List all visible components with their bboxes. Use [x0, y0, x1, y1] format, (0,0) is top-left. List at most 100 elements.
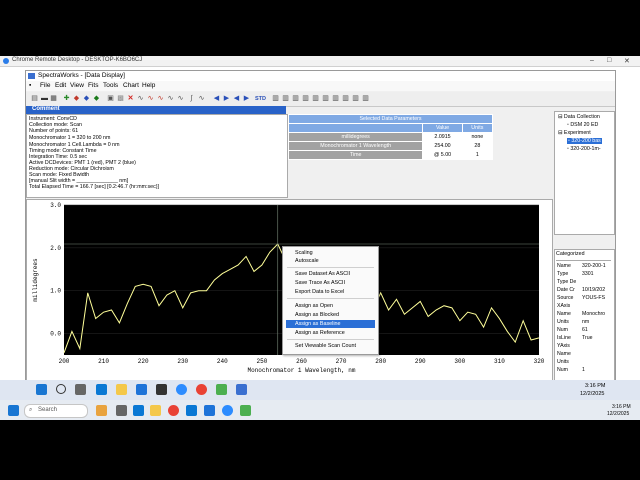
menu-item-export-excel[interactable]: Export Data to Excel	[286, 288, 375, 296]
chart-type-8-icon[interactable]: ▥	[341, 95, 350, 103]
tree-item-trace[interactable]: ▫ 320-200-1m-	[567, 146, 601, 152]
file-explorer-icon[interactable]	[150, 405, 161, 416]
edge-icon[interactable]	[186, 405, 197, 416]
menu-edit[interactable]: Edit	[55, 82, 66, 89]
teams-icon[interactable]	[204, 405, 215, 416]
screen-top-border	[0, 0, 640, 56]
pan-icon[interactable]: ▩	[116, 95, 125, 103]
chart-type-6-icon[interactable]: ▥	[321, 95, 330, 103]
integrate-icon[interactable]: ∫	[187, 95, 196, 103]
open-icon[interactable]: ▦	[49, 95, 58, 103]
menu-item-autoscale[interactable]: Autoscale	[286, 257, 375, 265]
task-view-icon[interactable]	[75, 384, 86, 395]
trace-green-icon[interactable]: ◆	[92, 95, 101, 103]
add-trace-icon[interactable]: ✚	[62, 95, 71, 103]
derivative-icon[interactable]: ∿	[156, 95, 165, 103]
zoom-app-icon[interactable]	[176, 384, 187, 395]
task-view-icon[interactable]	[116, 405, 127, 416]
menu-bar: ▪ File Edit View Fits Tools Chart Help	[26, 81, 615, 91]
print-icon[interactable]: ▤	[30, 95, 39, 103]
x-tick-label: 280	[375, 358, 386, 365]
outlook-icon[interactable]	[133, 405, 144, 416]
file-explorer-icon[interactable]	[116, 384, 127, 395]
std-button[interactable]: STD	[255, 95, 266, 103]
smooth-icon[interactable]: ∿	[136, 95, 145, 103]
menu-view[interactable]: View	[70, 82, 84, 89]
normalize-icon[interactable]: ∿	[197, 95, 206, 103]
next-icon[interactable]: ▶	[242, 95, 251, 103]
menu-help[interactable]: Help	[142, 82, 155, 89]
menu-chart[interactable]: Chart	[123, 82, 139, 89]
params-row-label: Monochromator 1 Wavelength	[287, 141, 424, 151]
menu-item-assign-open[interactable]: Assign as Open	[286, 302, 375, 310]
subtract-icon[interactable]: ∿	[176, 95, 185, 103]
y-tick-label: 2.0	[50, 245, 61, 252]
menu-file[interactable]: File	[40, 82, 50, 89]
maximize-icon[interactable]: □	[607, 57, 611, 64]
chart-type-10-icon[interactable]: ▥	[361, 95, 370, 103]
save-icon[interactable]: ▬	[40, 95, 49, 103]
excel-icon[interactable]	[240, 405, 251, 416]
menu-doc-icon[interactable]: ▪	[29, 82, 31, 89]
zoom-icon[interactable]: ▣	[106, 95, 115, 103]
chrome-icon[interactable]	[196, 384, 207, 395]
chart-type-5-icon[interactable]: ▥	[311, 95, 320, 103]
comment-header: Comment	[26, 106, 286, 114]
local-taskbar: ⌕ Search 3:16 PM 12/2/2025	[0, 400, 640, 420]
calculator-icon[interactable]	[156, 384, 167, 395]
windows-start-icon[interactable]	[8, 405, 19, 416]
menu-item-assign-reference[interactable]: Assign as Reference	[286, 329, 375, 337]
forward-icon[interactable]: ▶	[222, 95, 231, 103]
chart-type-3-icon[interactable]: ▥	[291, 95, 300, 103]
minimize-icon[interactable]: –	[590, 57, 594, 64]
prop-key: Units	[557, 319, 569, 325]
search-placeholder: Search	[38, 407, 58, 413]
trace-red-icon[interactable]: ◆	[72, 95, 81, 103]
previous-icon[interactable]: ◀	[232, 95, 241, 103]
teams-icon[interactable]	[136, 384, 147, 395]
excel-icon[interactable]	[216, 384, 227, 395]
outlook-icon[interactable]	[96, 384, 107, 395]
menu-item-set-scan-count[interactable]: Set Viewable Scan Count	[286, 342, 375, 350]
menu-item-save-dataset-ascii[interactable]: Save Dataset As ASCII	[286, 270, 375, 278]
taskbar-date: 12/2/2025	[580, 391, 605, 397]
widget-icon[interactable]	[96, 405, 107, 416]
chart-type-9-icon[interactable]: ▥	[351, 95, 360, 103]
context-menu: Scaling Autoscale Save Dataset As ASCII …	[282, 246, 379, 355]
delete-icon[interactable]: ✕	[126, 95, 135, 103]
y-tick-label: 0.0	[50, 331, 61, 338]
menu-item-assign-baseline[interactable]: Assign as Baseline	[286, 320, 375, 328]
menu-tools[interactable]: Tools	[103, 82, 118, 89]
prop-key: XAxis	[557, 303, 571, 309]
comment-line: Monochromator 1 = 320 to 200 nm	[29, 135, 111, 141]
chrome-icon[interactable]	[168, 405, 179, 416]
menu-item-scaling[interactable]: Scaling	[286, 249, 375, 257]
trace-blue-icon[interactable]: ◆	[82, 95, 91, 103]
menu-fits[interactable]: Fits	[88, 82, 98, 89]
tree-item-data-collection[interactable]: ⊟ Data Collection	[558, 114, 600, 120]
windows-start-icon[interactable]	[36, 384, 47, 395]
x-tick-label: 240	[217, 358, 228, 365]
x-tick-label: 320	[534, 358, 545, 365]
zoom-app-icon[interactable]	[222, 405, 233, 416]
chart-type-7-icon[interactable]: ▥	[331, 95, 340, 103]
back-icon[interactable]: ◀	[212, 95, 221, 103]
prop-key: Units	[557, 359, 569, 365]
menu-item-save-trace-ascii[interactable]: Save Trace As ASCII	[286, 279, 375, 287]
chart-type-4-icon[interactable]: ▥	[301, 95, 310, 103]
search-input[interactable]: ⌕ Search	[24, 404, 88, 418]
x-tick-label: 250	[257, 358, 268, 365]
tree-item-selected[interactable]: ▫ 320-200 bas	[567, 138, 602, 144]
average-icon[interactable]: ∿	[166, 95, 175, 103]
tree-item-dsm[interactable]: ▫ DSM 20 ED	[567, 122, 598, 128]
menu-item-assign-blocked[interactable]: Assign as Blocked	[286, 311, 375, 319]
chart-type-1-icon[interactable]: ▥	[271, 95, 280, 103]
spectraworks-taskbar-icon[interactable]	[236, 384, 247, 395]
close-icon[interactable]: ✕	[624, 57, 630, 65]
fit-icon[interactable]: ∿	[146, 95, 155, 103]
search-icon[interactable]	[56, 384, 66, 394]
tree-item-experiment[interactable]: ⊟ Experiment	[558, 130, 591, 136]
chart-type-2-icon[interactable]: ▥	[281, 95, 290, 103]
taskbar-time: 3:16 PM	[612, 404, 631, 410]
prop-key: Date Cr	[557, 287, 575, 293]
